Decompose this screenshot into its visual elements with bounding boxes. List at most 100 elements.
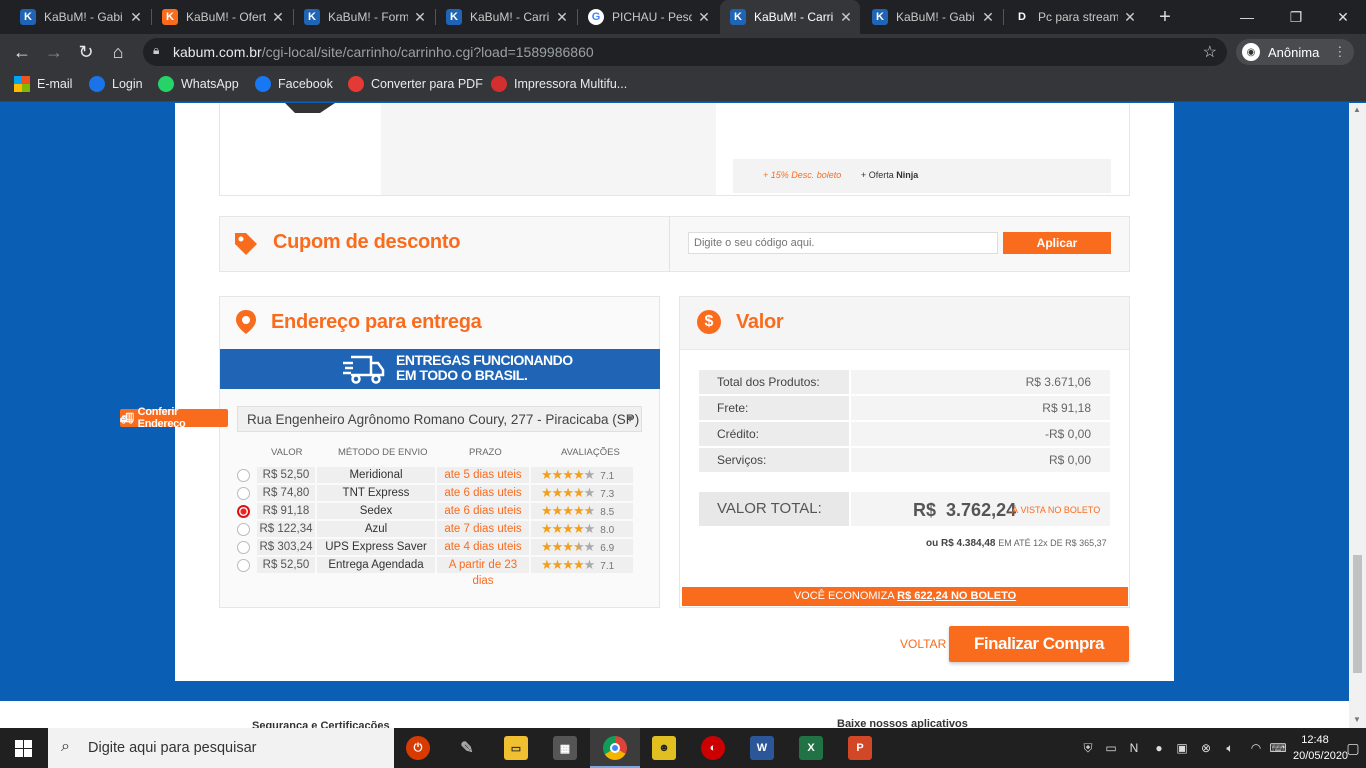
shipping-option[interactable]: R$ 52,50 Meridional ate 5 dias uteis ★★★★★ 7…	[237, 467, 642, 484]
minimize-icon[interactable]: —	[1224, 0, 1270, 34]
lock-icon: 🔒︎	[153, 43, 160, 57]
chrome-icon[interactable]	[603, 736, 627, 760]
reload-icon[interactable]: ↻	[74, 40, 98, 64]
microsoft-icon	[14, 76, 30, 92]
tab-7[interactable]: K KaBuM! - Gabi ✕	[862, 0, 1002, 34]
keyboard-icon[interactable]: ⌨	[1269, 740, 1286, 756]
tab-4[interactable]: K KaBuM! - Carri ✕	[436, 0, 576, 34]
checkout-button[interactable]: Finalizar Compra	[949, 626, 1129, 662]
file-explorer-icon[interactable]: ▭	[504, 736, 528, 760]
bookmark-converter-para-pdf[interactable]: Converter para PDF	[348, 75, 483, 93]
bookmark-login[interactable]: Login	[89, 75, 143, 93]
tray-alert-icon[interactable]: ⊗	[1198, 740, 1214, 756]
shipping-radio[interactable]	[237, 523, 250, 536]
shipping-deadline: ate 7 dias uteis	[437, 521, 529, 537]
close-tab-icon[interactable]: ✕	[980, 9, 996, 26]
clock-time: 12:48	[1301, 734, 1329, 746]
shipping-radio[interactable]	[237, 469, 250, 482]
shield-icon[interactable]: ⛨	[1080, 740, 1096, 756]
app-red-icon[interactable]: ◐	[701, 736, 725, 760]
bookmark-impressora-multifu[interactable]: Impressora Multifu...	[491, 75, 627, 93]
bookmark-whatsapp[interactable]: WhatsApp	[158, 75, 239, 93]
word-icon[interactable]: W	[750, 736, 774, 760]
scrollbar-thumb[interactable]	[1353, 555, 1362, 673]
close-window-icon[interactable]: ✕	[1320, 0, 1366, 34]
close-tab-icon[interactable]: ✕	[1122, 9, 1138, 26]
tray-app-icon[interactable]: ●	[1151, 740, 1167, 756]
close-tab-icon[interactable]: ✕	[128, 9, 144, 26]
tray-network-app-icon[interactable]: ▣	[1174, 740, 1190, 756]
tab-title: KaBuM! - Carri	[470, 10, 550, 24]
back-arrow-icon[interactable]: ←	[10, 40, 34, 64]
shipping-option[interactable]: R$ 52,50 Entrega Agendada A partir de 23 d…	[237, 557, 642, 587]
shipping-radio[interactable]	[237, 487, 250, 500]
shipping-option[interactable]: R$ 91,18 Sedex ate 6 dias uteis ★★★★★ 8.5	[237, 503, 642, 520]
bookmark-facebook[interactable]: Facebook	[255, 75, 333, 93]
back-link[interactable]: VOLTAR	[900, 637, 946, 651]
incognito-profile[interactable]: ◉ Anônima ⋮	[1236, 39, 1354, 65]
home-icon[interactable]: ⌂	[106, 40, 130, 64]
calculator-icon[interactable]: ▦	[553, 736, 577, 760]
shipping-option[interactable]: R$ 122,34 Azul ate 7 dias uteis ★★★★★ 8.0	[237, 521, 642, 538]
bookmark-e-mail[interactable]: E-mail	[14, 75, 72, 93]
close-tab-icon[interactable]: ✕	[270, 9, 286, 26]
close-tab-icon[interactable]: ✕	[838, 9, 854, 26]
powerpoint-icon[interactable]: P	[848, 736, 872, 760]
url-field[interactable]: 🔒︎ kabum.com.br/cgi-local/site/carrinho/…	[143, 38, 1227, 66]
close-tab-icon[interactable]: ✕	[696, 9, 712, 26]
notifications-icon[interactable]: ▢	[1345, 740, 1361, 756]
valor-label: Frete:	[699, 396, 849, 420]
tab-2[interactable]: K KaBuM! - Ofert ✕	[152, 0, 292, 34]
windows-start-icon[interactable]	[15, 740, 32, 757]
store-icon	[491, 76, 507, 92]
shipping-method: Entrega Agendada	[317, 557, 435, 573]
tab-8[interactable]: D Pc para stream ✕	[1004, 0, 1144, 34]
close-tab-icon[interactable]: ✕	[554, 9, 570, 26]
volume-mute-icon[interactable]: 🔈︎	[1222, 740, 1238, 756]
close-tab-icon[interactable]: ✕	[412, 9, 428, 26]
shipping-radio[interactable]	[237, 559, 250, 572]
new-tab-button[interactable]: +	[1142, 0, 1188, 34]
tab-1[interactable]: K KaBuM! - Gabi ✕	[10, 0, 150, 34]
clock[interactable]: 12:48 20/05/2020	[1293, 732, 1348, 764]
nvidia-icon[interactable]: N	[1126, 740, 1142, 756]
power-app-icon[interactable]: ⏻	[406, 736, 430, 760]
apply-coupon-button[interactable]: Aplicar	[1003, 232, 1111, 254]
shipping-radio[interactable]	[237, 505, 250, 518]
shipping-option[interactable]: R$ 74,80 TNT Express ate 6 dias uteis ★★★★★…	[237, 485, 642, 502]
shipping-radio[interactable]	[237, 541, 250, 554]
scroll-down-icon[interactable]: ▼	[1353, 715, 1361, 724]
menu-dots-icon[interactable]: ⋮	[1333, 44, 1346, 60]
product-info	[381, 103, 716, 195]
tab-6[interactable]: K KaBuM! - Carri ✕	[720, 0, 860, 34]
restore-icon[interactable]: ❐	[1273, 0, 1319, 34]
tab-title: KaBuM! - Form	[328, 10, 408, 24]
shipping-option[interactable]: R$ 303,24 UPS Express Saver ate 4 dias ute…	[237, 539, 642, 556]
coupon-input[interactable]	[688, 232, 998, 254]
tab-5[interactable]: G PICHAU - Pesq ✕	[578, 0, 718, 34]
tab-3[interactable]: K KaBuM! - Form ✕	[294, 0, 434, 34]
shipping-price: R$ 74,80	[257, 485, 315, 501]
kabum-icon: K	[446, 9, 462, 25]
bookmark-label: Login	[112, 77, 143, 91]
shipping-deadline: A partir de 23 dias	[437, 557, 529, 587]
scroll-up-icon[interactable]: ▲	[1353, 105, 1361, 114]
star-icon[interactable]: ☆	[1203, 42, 1217, 62]
rating-value: 7.1	[600, 471, 615, 482]
rating-value: 8.0	[600, 525, 615, 536]
monitor-icon[interactable]: ▭	[1103, 740, 1119, 756]
app-character-icon[interactable]: ☻	[652, 736, 676, 760]
excel-icon[interactable]: X	[799, 736, 823, 760]
app-icon[interactable]: ✎	[455, 736, 479, 760]
savings-value: R$ 622,24 NO BOLETO	[897, 590, 1017, 602]
total-note: À VISTA NO BOLETO	[1012, 505, 1101, 515]
address-select[interactable]: Rua Engenheiro Agrônomo Romano Coury, 27…	[237, 406, 642, 432]
rating-stars-icon: ★★★★★	[541, 521, 595, 536]
taskbar-search[interactable]: ⌕ Digite aqui para pesquisar	[48, 728, 394, 768]
scrollbar[interactable]: ▲ ▼	[1349, 103, 1366, 728]
shipping-deadline: ate 6 dias uteis	[437, 503, 529, 519]
wifi-icon[interactable]: ◠	[1248, 740, 1264, 756]
forward-arrow-icon[interactable]: →	[42, 40, 66, 64]
check-address-button[interactable]: 🚚︎ Conferir Endereço	[120, 406, 228, 430]
savings-prefix: VOCÊ ECONOMIZA	[793, 590, 895, 602]
